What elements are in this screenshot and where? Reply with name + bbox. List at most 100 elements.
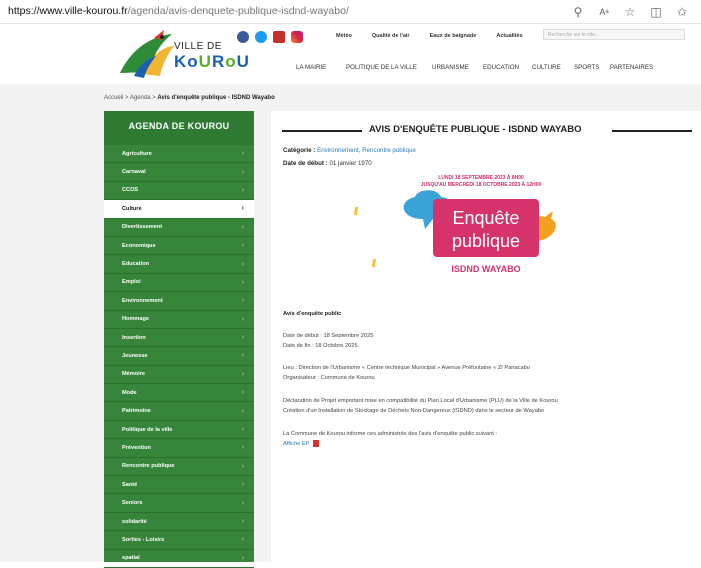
enquete-publique-poster: LUNDI 18 SEPTEMBRE 2023 À 8H00 JUSQU'AU … [354, 174, 556, 274]
article-title: AVIS D'ENQUÊTE PUBLIQUE - ISDND WAYABO [369, 124, 582, 135]
sidebar-item-culture[interactable]: Culture › [104, 200, 254, 219]
start-date-line: Date de début : 01 janvier 1970 [283, 160, 372, 167]
start-date-label: Date de début : [283, 160, 328, 167]
notice-heading: Avis d'enquête public [283, 309, 341, 319]
toplink-meteo[interactable]: Météo [336, 33, 352, 39]
youtube-icon[interactable] [273, 31, 285, 43]
breadcrumb-current: Avis d'enquête publique - ISDND Wayabo [157, 95, 275, 101]
article-title-row: AVIS D'ENQUÊTE PUBLIQUE - ISDND WAYABO [282, 124, 692, 136]
sidebar-item-sorties-loisirs[interactable]: Sorties - Loisirs › [104, 531, 254, 550]
notice-creation: Création d'un Installation de Stockage d… [283, 408, 545, 414]
chevron-right-icon: › [241, 205, 244, 213]
sidebar-title: AGENDA DE KOUROU [104, 111, 254, 145]
read-aloud-icon[interactable]: Aa [591, 3, 617, 21]
web-page: VILLE DE KoURoU Météo Qualité de l'air E… [0, 24, 701, 568]
nav-politique-ville[interactable]: POLITIQUE DE LA VILLE [346, 64, 417, 71]
poster-word2: publique [452, 231, 520, 251]
sidebar-item-label: Seniors [122, 500, 143, 507]
sidebar-item-sant-[interactable]: Santé › [104, 476, 254, 495]
instagram-icon[interactable] [291, 31, 303, 43]
nav-la-mairie[interactable]: LA MAIRIE [296, 64, 326, 71]
nav-urbanisme[interactable]: URBANISME [432, 64, 469, 71]
nav-sports[interactable]: SPORTS [574, 64, 599, 71]
sidebar-item-spatial[interactable]: spatial › [104, 550, 254, 568]
nav-culture[interactable]: CULTURE [532, 64, 561, 71]
sidebar-item-jeunesse[interactable]: Jeunesse › [104, 347, 254, 366]
sidebar-item-environnement[interactable]: Environnement › [104, 292, 254, 311]
toplink-news[interactable]: Actualités [496, 33, 522, 39]
logo-letter-u2: U [236, 52, 250, 71]
twitter-icon[interactable] [255, 31, 267, 43]
title-divider-left [282, 130, 362, 132]
sidebar-item-solidarit-[interactable]: solidarité › [104, 513, 254, 532]
chevron-right-icon: › [241, 242, 244, 250]
chevron-right-icon: › [241, 499, 244, 507]
breadcrumb-separator: > [125, 95, 129, 101]
chevron-right-icon: › [241, 554, 244, 562]
breadcrumb-home[interactable]: Accueil [104, 95, 123, 101]
sidebar-item-label: Sorties - Loisirs [122, 536, 165, 543]
sidebar-item-carnaval[interactable]: Carnaval › [104, 163, 254, 182]
sidebar-item-education[interactable]: Education › [104, 255, 254, 274]
address-bar[interactable]: https://www.ville-kourou.fr/agenda/avis-… [8, 5, 349, 17]
sidebar-item-label: Hommage [122, 316, 150, 323]
chevron-right-icon: › [241, 407, 244, 415]
sidebar-item-label: Patrimoine [122, 408, 151, 415]
sidebar-item-label: Insertion [122, 334, 146, 341]
pdf-icon[interactable] [312, 440, 319, 447]
chevron-right-icon: › [241, 297, 244, 305]
start-date-value: 01 janvier 1970 [329, 160, 372, 167]
toplink-air-quality[interactable]: Qualité de l'air [372, 33, 410, 39]
chevron-right-icon: › [241, 278, 244, 286]
category-links[interactable]: Environnement, Rencontre publique [317, 147, 416, 154]
sidebar-item-divertissement[interactable]: Divertissement › [104, 219, 254, 237]
sidebar-item-label: CCOS [122, 187, 139, 194]
split-screen-icon[interactable]: ◫ [643, 3, 669, 21]
logo-letter-r: R [211, 52, 226, 71]
site-header: VILLE DE KoURoU Météo Qualité de l'air E… [0, 24, 701, 84]
facebook-icon[interactable] [237, 31, 249, 43]
logo-letters-ko: Ko [174, 52, 199, 71]
sidebar-item-ccos[interactable]: CCOS › [104, 182, 254, 201]
poster-dates-line2: JUSQU'AU MERCREDI 18 OCTOBRE 2023 À 12H0… [421, 181, 542, 188]
url-host: https://www.ville-kourou.fr [8, 5, 128, 17]
sidebar-item-label: spatial [122, 555, 140, 562]
sidebar-item-rencontre-publique[interactable]: Rencontre publique › [104, 458, 254, 477]
sidebar-item-label: Culture [122, 205, 142, 212]
sidebar-item-mode[interactable]: Mode › [104, 384, 254, 403]
sidebar-item-insertion[interactable]: Insertion › [104, 329, 254, 348]
chevron-right-icon: › [241, 223, 244, 231]
chevron-right-icon: › [241, 315, 244, 323]
sidebar-item-m-moire[interactable]: Mémoire › [104, 366, 254, 385]
chevron-right-icon: › [241, 481, 244, 489]
poster-spark-2 [372, 259, 376, 267]
notice-organizer: Organisateur : Commune de Kourou [283, 375, 375, 381]
category-line: Catégorie : Environnement, Rencontre pub… [283, 147, 416, 154]
sidebar-item-label: Economique [122, 242, 156, 249]
favorites-list-icon[interactable]: ✩ [669, 3, 695, 21]
nav-education[interactable]: EDUCATION [483, 64, 519, 71]
sidebar-item-pr-vention[interactable]: Prévention › [104, 439, 254, 458]
site-search-input[interactable]: Recherche sur le site... [543, 29, 685, 40]
sidebar-item-hommage[interactable]: Hommage › [104, 311, 254, 329]
sidebar-item-label: Rencontre publique [122, 463, 175, 470]
sidebar-item-economique[interactable]: Economique › [104, 237, 254, 256]
logo-line1: VILLE DE [174, 41, 222, 52]
sidebar-item-politique-de-la-ville[interactable]: Politique de la ville › [104, 421, 254, 440]
poster-pdf-link[interactable]: Affiche EP [283, 441, 309, 447]
zoom-icon[interactable]: ⚲ [565, 3, 591, 21]
sidebar-item-label: Prévention [122, 444, 151, 451]
sidebar-item-patrimoine[interactable]: Patrimoine › [104, 402, 254, 421]
sidebar-item-emploi[interactable]: Emploi › [104, 274, 254, 293]
chevron-right-icon: › [241, 150, 244, 158]
sidebar-item-label: Divertissement [122, 224, 163, 231]
sidebar-item-agriculture[interactable]: Agriculture › [104, 145, 254, 164]
url-path: /agenda/avis-denquete-publique-isdnd-way… [127, 5, 349, 17]
poster-spark-1 [354, 207, 358, 215]
chevron-right-icon: › [241, 536, 244, 544]
sidebar-item-seniors[interactable]: Seniors › [104, 494, 254, 513]
favorite-star-icon[interactable]: ☆ [617, 3, 643, 21]
toplink-bathing-water[interactable]: Eaux de baignade [430, 33, 477, 39]
nav-partenaires[interactable]: PARTENAIRES [610, 64, 653, 71]
breadcrumb-agenda[interactable]: Agenda [130, 95, 151, 101]
